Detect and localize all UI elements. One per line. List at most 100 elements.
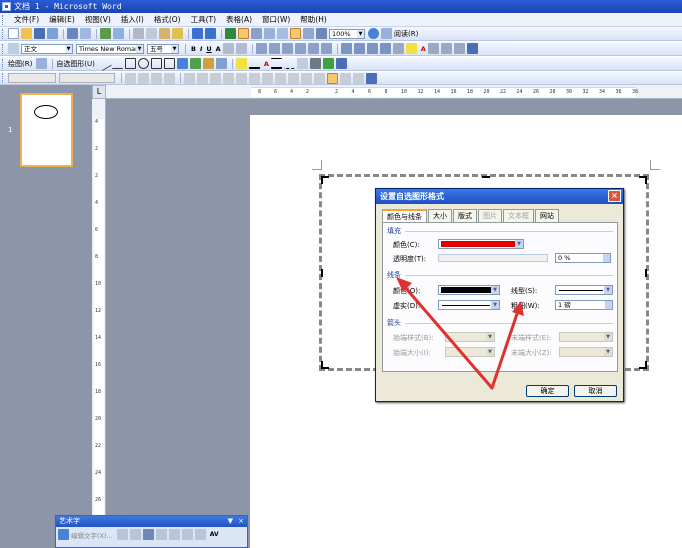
insert-wordart-icon[interactable] <box>58 529 69 540</box>
text-border-icon[interactable] <box>453 43 465 54</box>
new-document-icon[interactable] <box>8 28 19 39</box>
document-map-icon[interactable] <box>303 28 314 39</box>
paste-icon[interactable] <box>159 28 170 39</box>
menu-tools[interactable]: 工具(T) <box>186 13 221 27</box>
hyperlink-icon[interactable] <box>225 28 236 39</box>
font-color-icon[interactable]: A <box>421 45 426 53</box>
shadow-style-icon[interactable] <box>309 58 321 69</box>
dash-select[interactable]: ▼ <box>438 300 500 310</box>
open-folder-icon[interactable] <box>21 28 32 39</box>
cancel-button[interactable]: 取消 <box>574 385 617 397</box>
transparency-slider[interactable] <box>438 254 548 262</box>
line-style-icon[interactable] <box>270 58 282 69</box>
enclose-char-icon[interactable] <box>427 43 439 54</box>
tab-colors-lines[interactable]: 颜色与线条 <box>382 209 427 223</box>
format-painter-icon[interactable] <box>172 28 183 39</box>
line-color-select[interactable]: ▼ <box>438 285 500 295</box>
weight-input[interactable]: 1 磅 <box>555 300 613 310</box>
chevron-down-icon[interactable]: ▼ <box>228 516 233 527</box>
spelling-icon[interactable] <box>100 28 111 39</box>
page-thumbnail[interactable] <box>20 93 73 167</box>
italic-icon[interactable]: I <box>200 45 202 53</box>
toolbar-grip[interactable] <box>2 28 5 39</box>
help-icon[interactable] <box>368 28 379 39</box>
sigma-icon[interactable] <box>327 72 338 84</box>
show-hide-icon[interactable] <box>316 28 327 39</box>
tab-selector[interactable]: L <box>92 85 106 99</box>
columns-icon[interactable] <box>277 28 288 39</box>
undo-icon[interactable] <box>192 28 203 39</box>
close-icon[interactable]: × <box>608 190 621 202</box>
line-style-select[interactable]: ▼ <box>555 285 613 295</box>
char-border-icon[interactable]: A <box>216 45 221 53</box>
toolbar-grip[interactable] <box>2 43 5 54</box>
read-mode-icon[interactable] <box>381 28 392 39</box>
draw-menu-button[interactable]: 绘图(R) <box>8 59 32 69</box>
resize-handle-top[interactable] <box>482 176 490 178</box>
vertical-textbox-icon[interactable] <box>163 58 175 69</box>
resize-handle-bottom-left[interactable] <box>321 361 329 369</box>
align-left-icon[interactable] <box>255 43 267 54</box>
menu-format[interactable]: 格式(O) <box>149 13 186 27</box>
menu-window[interactable]: 窗口(W) <box>257 13 295 27</box>
select-objects-icon[interactable] <box>36 58 48 69</box>
resize-handle-right[interactable] <box>645 269 647 277</box>
menu-edit[interactable]: 编辑(E) <box>44 13 80 27</box>
dialog-title-bar[interactable]: 设置自选图形格式 × <box>376 189 623 204</box>
ok-button[interactable]: 确定 <box>526 385 569 397</box>
styles-pane-icon[interactable] <box>8 43 19 54</box>
toolbar-options-icon[interactable] <box>366 72 377 84</box>
arrow-tool-icon[interactable] <box>111 58 123 69</box>
menu-table[interactable]: 表格(A) <box>221 13 257 27</box>
resize-handle-left[interactable] <box>321 269 323 277</box>
font-size-select[interactable]: 五号 ▼ <box>147 43 179 54</box>
diagram-icon[interactable] <box>189 58 201 69</box>
line-tool-icon[interactable] <box>96 55 112 72</box>
drawing-font-color-icon[interactable]: A <box>264 60 269 68</box>
print-icon[interactable] <box>67 28 78 39</box>
oval-tool-icon[interactable] <box>137 58 149 69</box>
spinner-icon[interactable] <box>605 301 612 309</box>
read-mode-button[interactable]: 阅读(R) <box>394 29 418 39</box>
underline-icon[interactable]: U <box>206 45 211 53</box>
numbering-icon[interactable] <box>340 43 352 54</box>
menu-help[interactable]: 帮助(H) <box>295 13 332 27</box>
spinner-icon[interactable] <box>603 254 610 262</box>
insert-table-icon[interactable] <box>251 28 262 39</box>
3d-style-icon[interactable] <box>322 58 334 69</box>
transparency-input[interactable]: 0 % <box>555 253 611 263</box>
arrow-style-icon[interactable] <box>296 58 308 69</box>
justify-icon[interactable] <box>294 43 306 54</box>
align-right-icon[interactable] <box>281 43 293 54</box>
tab-size[interactable]: 大小 <box>428 209 452 222</box>
print-preview-icon[interactable] <box>80 28 91 39</box>
align-center-icon[interactable] <box>268 43 280 54</box>
rectangle-tool-icon[interactable] <box>124 58 136 69</box>
increase-indent-icon[interactable] <box>379 43 391 54</box>
wordart-toolbar-title-bar[interactable]: 艺术字 ▼ × <box>56 516 247 527</box>
char-scale-icon[interactable] <box>235 43 247 54</box>
toolbar-options-icon[interactable] <box>466 43 478 54</box>
toolbar-options-icon[interactable] <box>335 58 347 69</box>
menu-insert[interactable]: 插入(I) <box>116 13 149 27</box>
resize-handle-bottom-right[interactable] <box>639 361 647 369</box>
toolbar-grip[interactable] <box>2 58 5 69</box>
copy-icon[interactable] <box>146 28 157 39</box>
distribute-icon[interactable] <box>307 43 319 54</box>
highlight-icon[interactable] <box>405 43 417 54</box>
permission-icon[interactable] <box>47 28 58 39</box>
decrease-indent-icon[interactable] <box>366 43 378 54</box>
wordart-icon[interactable] <box>176 58 188 69</box>
horizontal-ruler[interactable]: 8 6 4 2 2 4 6 8 10 12 14 16 18 20 22 24 26 28 30 32 34 36 38 <box>106 85 682 99</box>
dash-style-icon[interactable] <box>283 58 295 69</box>
fill-color-select[interactable]: ▼ <box>438 239 524 249</box>
drawing-icon[interactable] <box>290 28 301 39</box>
style-select[interactable]: 正文 ▼ <box>21 43 73 54</box>
insert-picture-icon[interactable] <box>215 58 227 69</box>
vertical-ruler[interactable]: 42246810121416182022242628 <box>92 99 106 548</box>
char-shading-icon[interactable] <box>222 43 234 54</box>
toolbar-grip[interactable] <box>2 73 5 83</box>
save-icon[interactable] <box>34 28 45 39</box>
research-icon[interactable] <box>113 28 124 39</box>
redo-icon[interactable] <box>205 28 216 39</box>
